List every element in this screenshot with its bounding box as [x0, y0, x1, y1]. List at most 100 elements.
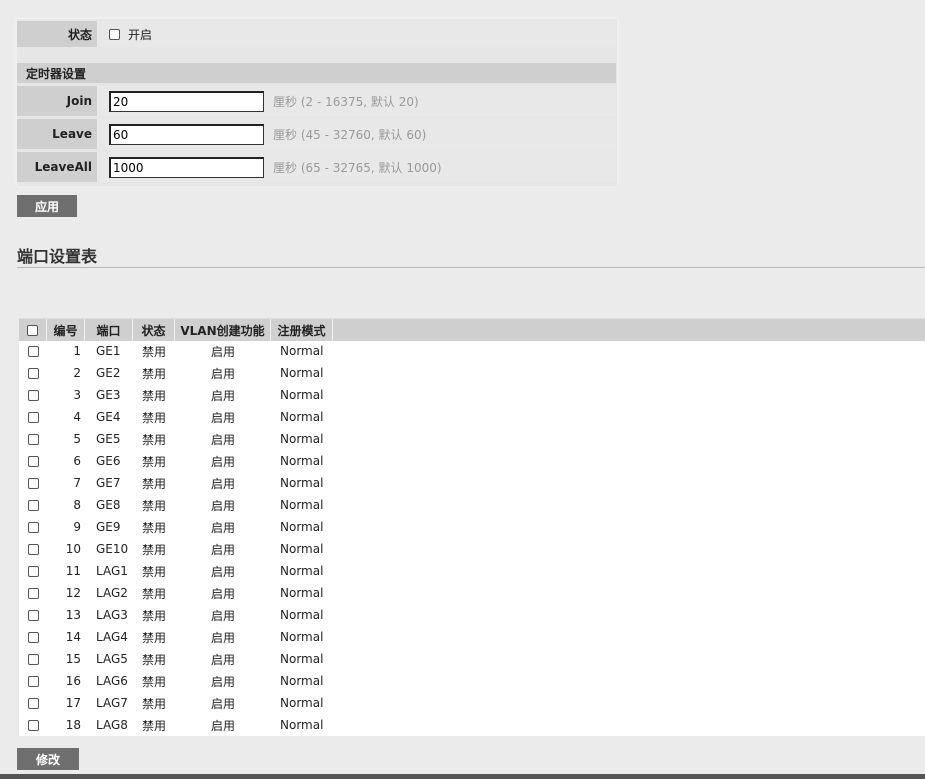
row-registration-mode: Normal — [280, 542, 324, 556]
row-vlan-creation: 启用 — [210, 564, 235, 579]
table-row[interactable]: 3 GE3 禁用 启用 Normal — [19, 384, 925, 406]
row-number: 5 — [73, 432, 81, 446]
table-row[interactable]: 11 LAG1 禁用 启用 Normal — [19, 560, 925, 582]
row-port: GE9 — [96, 520, 121, 534]
row-registration-mode: Normal — [280, 674, 324, 688]
row-checkbox[interactable] — [27, 543, 39, 555]
row-number: 15 — [65, 652, 81, 666]
row-number: 3 — [73, 388, 81, 402]
table-row[interactable]: 15 LAG5 禁用 启用 Normal — [19, 648, 925, 670]
row-number: 9 — [73, 520, 81, 534]
leaveall-hint: 厘秒 (65 - 32765, 默认 1000) — [273, 160, 442, 175]
row-port: LAG4 — [96, 630, 128, 644]
join-label: Join — [17, 86, 97, 116]
leave-row: Leave 厘秒 (45 - 32760, 默认 60) — [17, 119, 616, 149]
table-row[interactable]: 16 LAG6 禁用 启用 Normal — [19, 670, 925, 692]
header-vlan-creation[interactable]: VLAN创建功能 — [175, 319, 271, 341]
row-registration-mode: Normal — [280, 718, 324, 732]
row-number: 6 — [73, 454, 81, 468]
table-row[interactable]: 5 GE5 禁用 启用 Normal — [19, 428, 925, 450]
header-number[interactable]: 编号 — [47, 319, 85, 341]
row-vlan-creation: 启用 — [210, 652, 235, 667]
row-number: 12 — [65, 586, 81, 600]
row-registration-mode: Normal — [280, 410, 324, 424]
table-row[interactable]: 9 GE9 禁用 启用 Normal — [19, 516, 925, 538]
row-vlan-creation: 启用 — [210, 630, 235, 645]
row-checkbox[interactable] — [27, 367, 39, 379]
row-status: 禁用 — [141, 344, 166, 359]
header-status[interactable]: 状态 — [133, 319, 175, 341]
table-row[interactable]: 2 GE2 禁用 启用 Normal — [19, 362, 925, 384]
join-hint: 厘秒 (2 - 16375, 默认 20) — [273, 94, 419, 109]
row-checkbox[interactable] — [27, 565, 39, 577]
port-settings-table: 编号 端口 状态 VLAN创建功能 注册模式 1 GE1 禁用 启用 Normal 2 GE… — [19, 318, 925, 736]
table-row[interactable]: 4 GE4 禁用 启用 Normal — [19, 406, 925, 428]
leave-input[interactable] — [109, 123, 264, 145]
row-vlan-creation: 启用 — [210, 542, 235, 557]
row-status: 禁用 — [141, 454, 166, 469]
apply-button[interactable]: 应用 — [17, 195, 77, 217]
row-vlan-creation: 启用 — [210, 696, 235, 711]
gvrp-settings-panel: 状态 开启 定时器设置 Join 厘秒 (2 - 16375, 默认 20) L… — [17, 19, 617, 186]
row-registration-mode: Normal — [280, 366, 324, 380]
table-row[interactable]: 1 GE1 禁用 启用 Normal — [19, 340, 925, 362]
row-registration-mode: Normal — [280, 652, 324, 666]
row-port: GE1 — [96, 344, 121, 358]
table-row[interactable]: 18 LAG8 禁用 启用 Normal — [19, 714, 925, 736]
row-registration-mode: Normal — [280, 498, 324, 512]
status-enable-checkbox[interactable] — [109, 28, 120, 40]
leave-hint: 厘秒 (45 - 32760, 默认 60) — [273, 127, 427, 142]
row-port: LAG5 — [96, 652, 128, 666]
row-status: 禁用 — [141, 586, 166, 601]
row-checkbox[interactable] — [27, 653, 39, 665]
row-checkbox[interactable] — [27, 389, 39, 401]
row-port: GE2 — [96, 366, 121, 380]
row-registration-mode: Normal — [280, 564, 324, 578]
row-number: 16 — [65, 674, 81, 688]
row-checkbox[interactable] — [27, 433, 39, 445]
row-status: 禁用 — [141, 696, 166, 711]
header-registration-mode[interactable]: 注册模式 — [271, 319, 333, 341]
row-registration-mode: Normal — [280, 586, 324, 600]
row-checkbox[interactable] — [27, 609, 39, 621]
row-checkbox[interactable] — [27, 587, 39, 599]
row-status: 禁用 — [141, 388, 166, 403]
table-row[interactable]: 7 GE7 禁用 启用 Normal — [19, 472, 925, 494]
table-row[interactable]: 8 GE8 禁用 启用 Normal — [19, 494, 925, 516]
status-label: 状态 — [17, 21, 97, 47]
row-vlan-creation: 启用 — [210, 498, 235, 513]
row-checkbox[interactable] — [27, 411, 39, 423]
table-row[interactable]: 6 GE6 禁用 启用 Normal — [19, 450, 925, 472]
row-checkbox[interactable] — [27, 521, 39, 533]
row-checkbox[interactable] — [27, 499, 39, 511]
select-all-checkbox[interactable] — [27, 324, 38, 336]
row-vlan-creation: 启用 — [210, 410, 235, 425]
row-status: 禁用 — [141, 652, 166, 667]
row-port: LAG8 — [96, 718, 128, 732]
leave-label: Leave — [17, 119, 97, 149]
header-port[interactable]: 端口 — [85, 319, 133, 341]
row-checkbox[interactable] — [27, 345, 39, 357]
row-status: 禁用 — [141, 542, 166, 557]
table-row[interactable]: 14 LAG4 禁用 启用 Normal — [19, 626, 925, 648]
row-registration-mode: Normal — [280, 454, 324, 468]
table-row[interactable]: 13 LAG3 禁用 启用 Normal — [19, 604, 925, 626]
row-checkbox[interactable] — [27, 455, 39, 467]
row-checkbox[interactable] — [27, 477, 39, 489]
row-port: GE7 — [96, 476, 121, 490]
table-row[interactable]: 12 LAG2 禁用 启用 Normal — [19, 582, 925, 604]
row-status: 禁用 — [141, 608, 166, 623]
table-row[interactable]: 10 GE10 禁用 启用 Normal — [19, 538, 925, 560]
modify-button[interactable]: 修改 — [17, 748, 79, 770]
row-number: 8 — [73, 498, 81, 512]
leaveall-input[interactable] — [109, 156, 264, 178]
bottom-border — [0, 774, 925, 779]
join-input[interactable] — [109, 90, 264, 112]
table-row[interactable]: 17 LAG7 禁用 启用 Normal — [19, 692, 925, 714]
row-checkbox[interactable] — [27, 697, 39, 709]
row-checkbox[interactable] — [27, 631, 39, 643]
row-port: GE5 — [96, 432, 121, 446]
row-checkbox[interactable] — [27, 675, 39, 687]
row-vlan-creation: 启用 — [210, 454, 235, 469]
row-checkbox[interactable] — [27, 719, 39, 731]
